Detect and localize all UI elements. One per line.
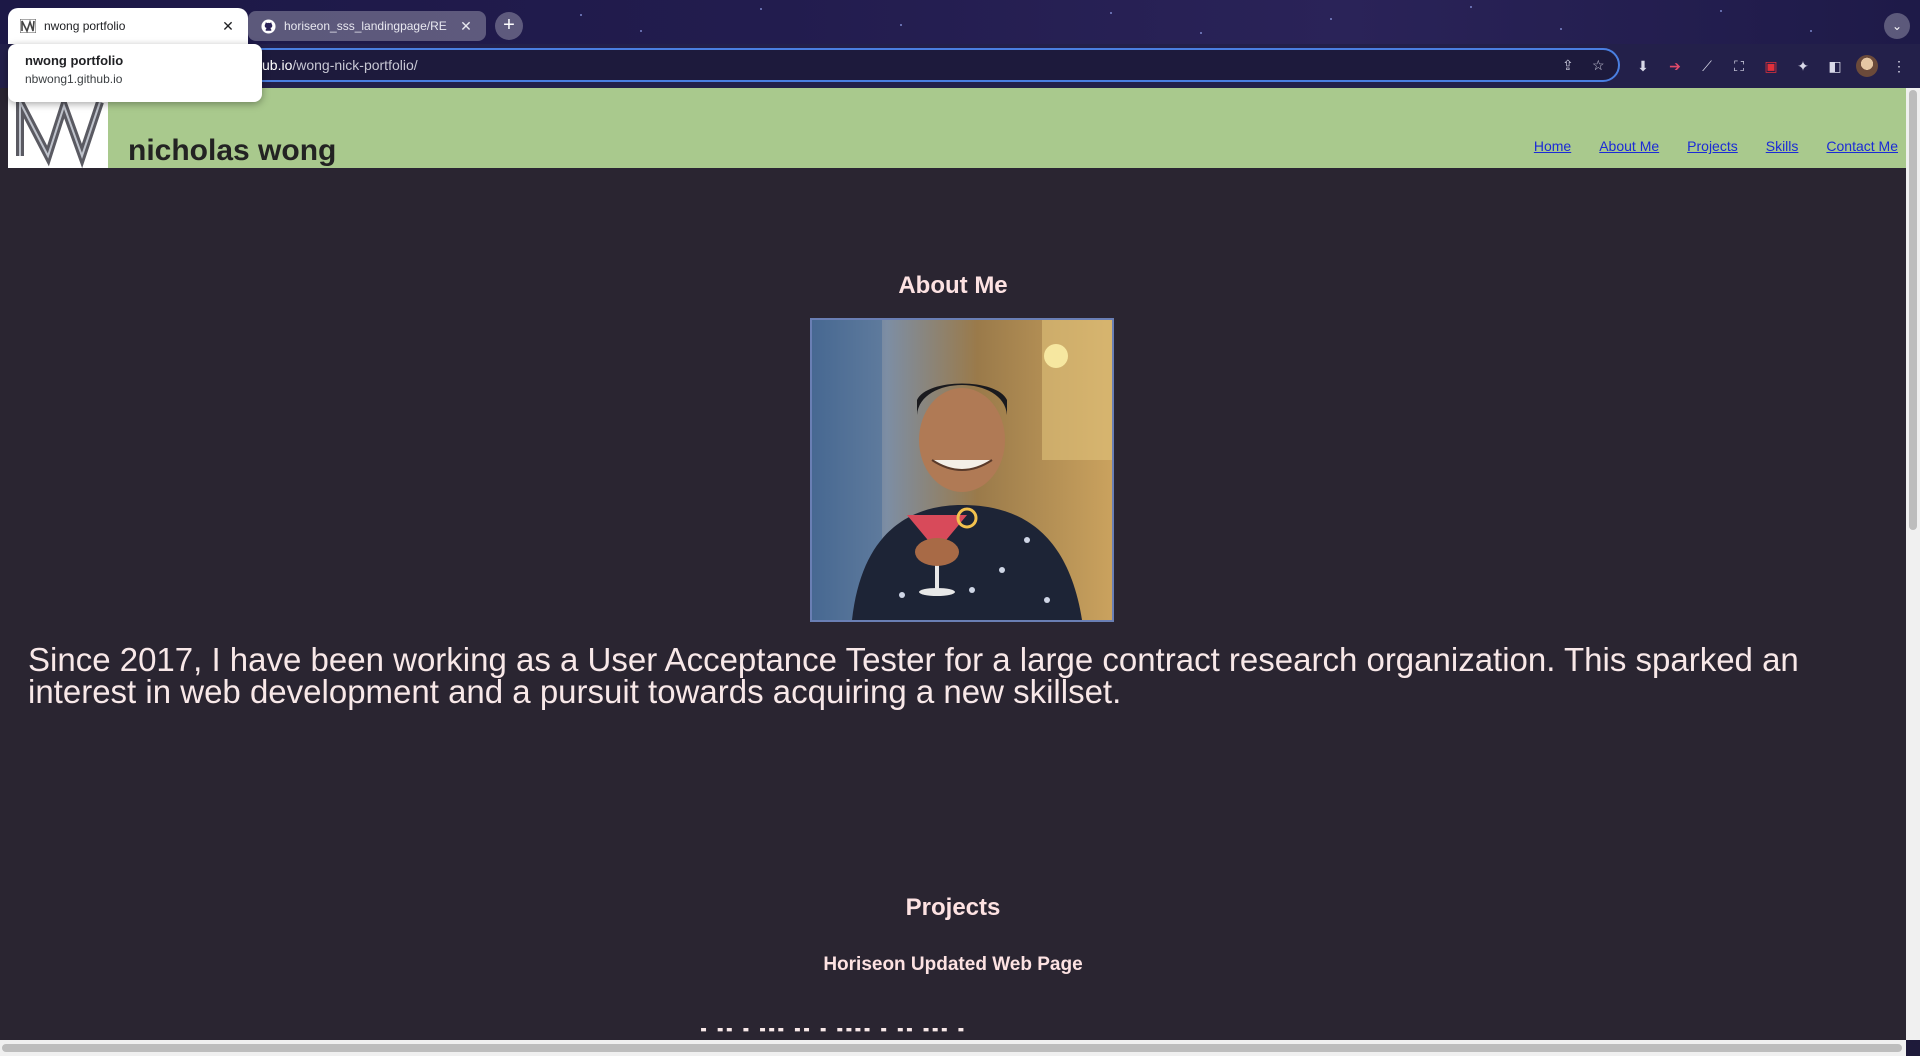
hovercard-url: nbwong1.github.io <box>25 72 123 86</box>
new-tab-plus-icon[interactable]: + <box>495 12 523 40</box>
nav-link-skills[interactable]: Skills <box>1766 138 1799 154</box>
github-icon <box>260 18 276 34</box>
youtube-extension-icon[interactable]: ▣ <box>1760 55 1782 77</box>
vertical-scrollbar[interactable] <box>1906 88 1920 1040</box>
tab-title: nwong portfolio <box>44 19 126 33</box>
profile-avatar[interactable] <box>1856 55 1878 77</box>
horizontal-scrollbar-thumb[interactable] <box>2 1044 1902 1052</box>
tab-nwong-portfolio[interactable]: nwong portfolio ✕ <box>8 8 248 44</box>
nav-link-projects[interactable]: Projects <box>1687 138 1738 154</box>
extension-icons: ⬇ ➔ ⟋ ⛶ ▣ ✦ ◧ ⋮ <box>1632 54 1910 78</box>
tab-hover-card: nwong portfolio nbwong1.github.io <box>8 44 262 102</box>
download-extension-icon[interactable]: ⬇ <box>1632 55 1654 77</box>
nav-link-about-me[interactable]: About Me <box>1599 138 1659 154</box>
nw-favicon-icon <box>20 18 36 34</box>
bookmark-star-icon[interactable]: ☆ <box>1592 50 1605 80</box>
site-name: nicholas wong <box>128 134 337 167</box>
profile-photo <box>810 318 1114 622</box>
close-tab-icon[interactable]: ✕ <box>458 18 474 34</box>
address-path: /wong-nick-portfolio/ <box>292 57 418 73</box>
address-bar[interactable]: ub.io/wong-nick-portfolio/ ⇪ ☆ <box>230 48 1620 82</box>
nav-link-home[interactable]: Home <box>1534 138 1571 154</box>
about-me-text: Since 2017, I have been working as a Use… <box>28 641 1799 710</box>
red-arrow-extension-icon[interactable]: ➔ <box>1664 55 1686 77</box>
tab-horiseon-readme[interactable]: horiseon_sss_landingpage/RE ✕ <box>248 11 486 41</box>
dark-reader-extension-icon[interactable]: ⟋ <box>1696 55 1718 77</box>
tab-title: horiseon_sss_landingpage/RE <box>284 19 447 33</box>
browser-toolbar: ub.io/wong-nick-portfolio/ ⇪ ☆ ⬇ ➔ ⟋ ⛶ ▣… <box>0 44 1920 88</box>
vertical-scrollbar-thumb[interactable] <box>1909 90 1917 530</box>
main-nav: Home About Me Projects Skills Contact Me <box>1534 138 1898 154</box>
share-icon[interactable]: ⇪ <box>1562 50 1574 80</box>
hovercard-title: nwong portfolio <box>25 53 124 68</box>
fullscreen-icon[interactable]: ⛶ <box>1728 55 1750 77</box>
page-viewport: nicholas wong Home About Me Projects Ski… <box>0 88 1906 1040</box>
project-title: Horiseon Updated Web Page <box>823 954 1083 975</box>
menu-kebab-icon[interactable]: ⋮ <box>1888 55 1910 77</box>
site-header: nicholas wong Home About Me Projects Ski… <box>8 88 1906 169</box>
side-panel-icon[interactable]: ◧ <box>1824 55 1846 77</box>
cut-off-text: ▪ ▪▪ ▪ ▪▪▪ ▪▪ ▪ ▪▪▪▪ ▪ ▪▪ ▪▪▪ ▪ <box>700 1028 967 1040</box>
horizontal-scrollbar[interactable] <box>0 1040 1906 1056</box>
about-me-heading: About Me <box>898 272 1008 299</box>
tab-strip: nwong portfolio ✕ horiseon_sss_landingpa… <box>0 0 1920 44</box>
close-tab-icon[interactable]: ✕ <box>220 18 236 34</box>
extensions-puzzle-icon[interactable]: ✦ <box>1792 55 1814 77</box>
address-host: ub.io <box>262 57 293 73</box>
tab-search-chevron-icon[interactable]: ⌄ <box>1884 13 1910 39</box>
nav-link-contact-me[interactable]: Contact Me <box>1826 138 1898 154</box>
projects-heading: Projects <box>905 894 1001 921</box>
